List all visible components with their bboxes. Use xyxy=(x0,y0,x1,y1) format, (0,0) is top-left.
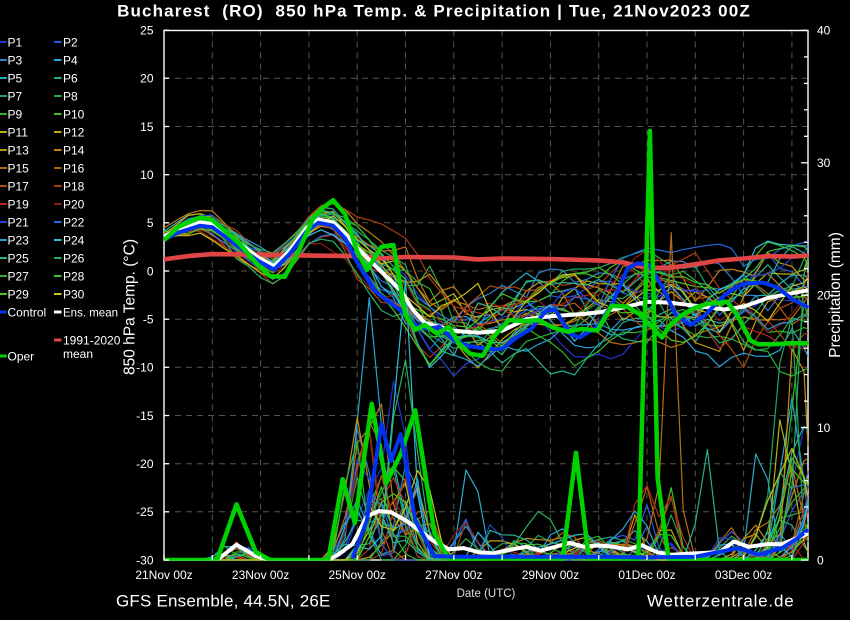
svg-text:P6: P6 xyxy=(63,71,78,85)
svg-text:P14: P14 xyxy=(63,143,85,157)
svg-text:P21: P21 xyxy=(8,215,30,229)
svg-text:P1: P1 xyxy=(8,35,23,49)
svg-text:-5: -5 xyxy=(143,313,154,327)
svg-text:P12: P12 xyxy=(63,125,85,139)
svg-text:P26: P26 xyxy=(63,251,85,265)
svg-text:21Nov 00z: 21Nov 00z xyxy=(135,568,192,582)
svg-text:03Dec 00z: 03Dec 00z xyxy=(715,568,772,582)
svg-text:P9: P9 xyxy=(8,107,23,121)
svg-text:10: 10 xyxy=(817,421,831,435)
svg-text:P16: P16 xyxy=(63,161,85,175)
svg-text:40: 40 xyxy=(817,24,831,38)
svg-text:P29: P29 xyxy=(8,287,30,301)
svg-text:P23: P23 xyxy=(8,233,30,247)
svg-text:P20: P20 xyxy=(63,197,85,211)
svg-text:Date (UTC): Date (UTC) xyxy=(457,588,516,600)
svg-text:25Nov 00z: 25Nov 00z xyxy=(329,568,386,582)
svg-text:Wetterzentrale.de: Wetterzentrale.de xyxy=(647,592,794,611)
svg-text:850 hPa Temp. (°C): 850 hPa Temp. (°C) xyxy=(122,239,139,375)
svg-text:P13: P13 xyxy=(8,143,30,157)
svg-text:01Dec 00z: 01Dec 00z xyxy=(618,568,675,582)
svg-text:P4: P4 xyxy=(63,53,78,67)
svg-text:P11: P11 xyxy=(8,125,29,139)
svg-text:P5: P5 xyxy=(8,71,23,85)
svg-text:1991-2020: 1991-2020 xyxy=(63,333,121,347)
svg-text:P2: P2 xyxy=(63,35,78,49)
svg-text:-15: -15 xyxy=(136,409,154,423)
svg-text:P8: P8 xyxy=(63,89,78,103)
svg-text:Control: Control xyxy=(8,305,47,319)
svg-text:20: 20 xyxy=(140,72,154,86)
svg-text:27Nov 00z: 27Nov 00z xyxy=(425,568,482,582)
svg-text:Bucharest (RO) 850 hPa Temp.: Bucharest (RO) 850 hPa Temp. & Precipita… xyxy=(117,2,751,21)
svg-text:P15: P15 xyxy=(8,161,30,175)
svg-text:-20: -20 xyxy=(136,457,154,471)
svg-text:0: 0 xyxy=(817,553,824,567)
svg-text:GFS Ensemble, 44.5N, 26E: GFS Ensemble, 44.5N, 26E xyxy=(116,592,331,611)
svg-text:P24: P24 xyxy=(63,233,85,247)
svg-text:P18: P18 xyxy=(63,179,85,193)
svg-text:-25: -25 xyxy=(136,505,154,519)
svg-text:P22: P22 xyxy=(63,215,85,229)
svg-text:0: 0 xyxy=(147,264,154,278)
svg-text:P19: P19 xyxy=(8,197,30,211)
svg-text:5: 5 xyxy=(147,216,154,230)
svg-text:P10: P10 xyxy=(63,107,85,121)
svg-text:P7: P7 xyxy=(8,89,23,103)
svg-text:Precipitation (mm): Precipitation (mm) xyxy=(827,232,844,358)
svg-text:mean: mean xyxy=(63,347,93,361)
svg-text:23Nov 00z: 23Nov 00z xyxy=(232,568,289,582)
svg-text:P27: P27 xyxy=(8,269,30,283)
svg-text:Ens. mean: Ens. mean xyxy=(63,305,118,319)
svg-text:P3: P3 xyxy=(8,53,23,67)
svg-text:15: 15 xyxy=(140,120,154,134)
svg-text:P17: P17 xyxy=(8,179,30,193)
svg-text:-10: -10 xyxy=(136,361,154,375)
svg-text:30: 30 xyxy=(817,156,831,170)
svg-text:10: 10 xyxy=(140,168,154,182)
svg-text:P25: P25 xyxy=(8,251,30,265)
svg-text:P30: P30 xyxy=(63,287,85,301)
svg-text:25: 25 xyxy=(140,24,154,38)
svg-text:Oper: Oper xyxy=(8,349,35,363)
svg-text:P28: P28 xyxy=(63,269,85,283)
svg-text:-30: -30 xyxy=(136,553,154,567)
svg-text:29Nov 00z: 29Nov 00z xyxy=(522,568,579,582)
